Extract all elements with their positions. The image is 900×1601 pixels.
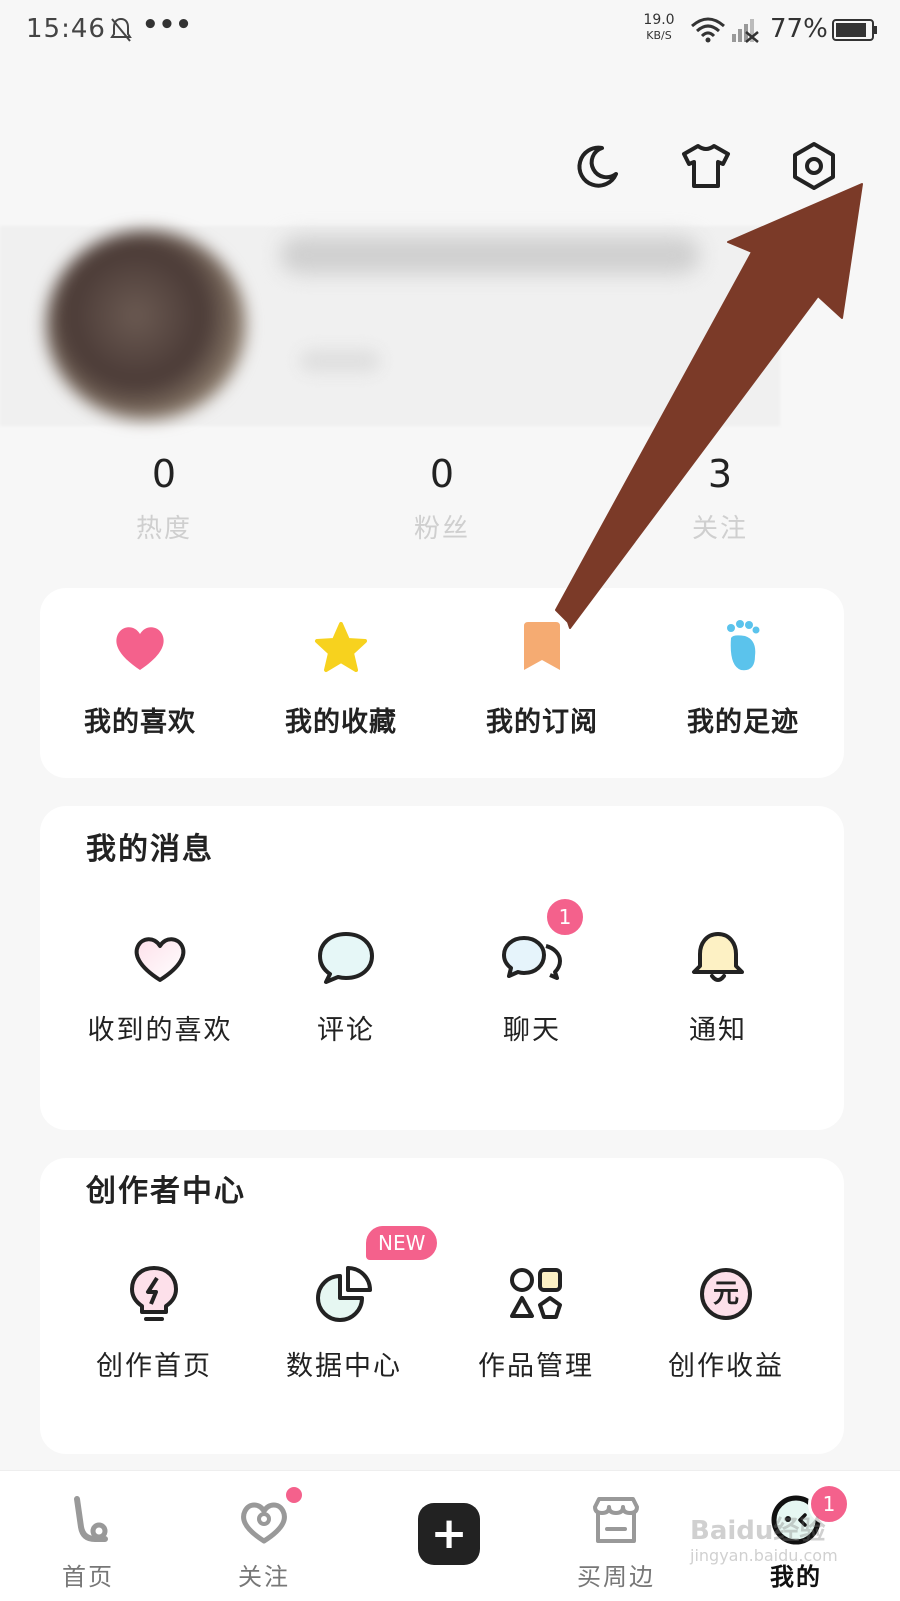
messages-title: 我的消息: [86, 832, 214, 867]
stat-value: 0: [151, 452, 177, 496]
plus-icon: +: [430, 1508, 468, 1559]
stat-fans[interactable]: 0 粉丝: [352, 452, 532, 545]
heart-icon: [116, 627, 164, 670]
comments-label: 评论: [317, 1015, 375, 1046]
shapes-icon: [510, 1268, 562, 1319]
follow-unread-dot: [286, 1487, 302, 1503]
nav-follow[interactable]: 关注: [204, 1487, 324, 1592]
comments-button[interactable]: 评论: [246, 926, 446, 1047]
creator-earnings-label: 创作收益: [668, 1351, 784, 1382]
nav-home-label: 首页: [62, 1563, 114, 1591]
user-subtitle-blurred: [300, 350, 380, 372]
creator-home-button[interactable]: 创作首页: [54, 1262, 254, 1383]
net-speed-unit: KB/S: [646, 29, 672, 42]
username-blurred: [280, 236, 700, 274]
notifications-label: 通知: [689, 1015, 747, 1046]
stat-following[interactable]: 3 关注: [630, 452, 810, 545]
bell-icon: [692, 932, 744, 982]
bookmark-icon: [524, 622, 560, 670]
chat-button[interactable]: 1 聊天: [432, 896, 632, 1047]
my-footprints-label: 我的足迹: [687, 707, 799, 738]
net-speed-value: 19.0: [643, 12, 675, 28]
chat-label: 聊天: [503, 1015, 561, 1046]
battery-percent: 77%: [770, 14, 828, 44]
quick-links-card: 我的喜欢 我的收藏 我的订阅 我的足迹: [40, 588, 844, 778]
creator-center-title: 创作者中心: [86, 1174, 246, 1209]
messages-card: 我的消息 收到的喜欢 评论 1 聊天 通知: [40, 806, 844, 1130]
stat-heat[interactable]: 0 热度: [74, 452, 254, 545]
creator-earnings-button[interactable]: 元 创作收益: [626, 1262, 826, 1383]
received-likes-label: 收到的喜欢: [87, 1015, 233, 1046]
notifications-button[interactable]: 通知: [618, 926, 818, 1047]
shop-icon: [593, 1497, 639, 1543]
data-center-button[interactable]: NEW 数据中心: [244, 1226, 444, 1383]
status-time: 15:46: [26, 14, 106, 44]
comment-icon: [318, 932, 374, 984]
stat-value: 3: [707, 452, 733, 496]
home-icon: [74, 1496, 108, 1542]
my-footprints-button[interactable]: 我的足迹: [643, 616, 843, 739]
my-likes-label: 我的喜欢: [84, 707, 196, 738]
footprint-icon: [727, 620, 760, 671]
nav-follow-label: 关注: [238, 1563, 290, 1591]
create-post-button[interactable]: +: [418, 1503, 480, 1565]
tshirt-icon[interactable]: [680, 140, 732, 192]
stat-label: 热度: [135, 514, 192, 544]
my-likes-button[interactable]: 我的喜欢: [40, 616, 240, 739]
stat-label: 粉丝: [413, 514, 470, 544]
mute-bell-icon: [110, 17, 132, 42]
net-speed: 19.0 KB/S: [638, 12, 680, 44]
data-center-label: 数据中心: [286, 1351, 402, 1382]
settings-icon[interactable]: [788, 140, 840, 192]
more-notifications-icon: •••: [142, 10, 192, 40]
chat-unread-badge: 1: [544, 896, 586, 938]
works-management-button[interactable]: 作品管理: [436, 1262, 636, 1383]
my-favorites-button[interactable]: 我的收藏: [241, 616, 441, 739]
received-likes-button[interactable]: 收到的喜欢: [60, 926, 260, 1047]
moon-icon[interactable]: [572, 140, 624, 192]
watermark-url: jingyan.baidu.com: [690, 1546, 838, 1565]
follow-icon: [241, 1502, 287, 1544]
avatar[interactable]: [46, 230, 246, 420]
nav-home[interactable]: 首页: [28, 1491, 148, 1592]
heart-outline-icon: [134, 937, 186, 982]
new-badge: NEW: [366, 1226, 438, 1260]
battery-icon: [832, 19, 877, 41]
lightbulb-icon: [130, 1266, 178, 1321]
stat-value: 0: [429, 452, 455, 496]
watermark-brand: Baidu经验: [690, 1516, 826, 1546]
my-subscriptions-button[interactable]: 我的订阅: [442, 616, 642, 739]
nav-shop-label: 买周边: [577, 1563, 655, 1591]
nav-shop[interactable]: 买周边: [556, 1491, 676, 1592]
signal-icon: [732, 19, 759, 43]
works-management-label: 作品管理: [478, 1351, 594, 1382]
pie-chart-icon: [316, 1266, 372, 1322]
creator-home-label: 创作首页: [96, 1351, 212, 1382]
my-favorites-label: 我的收藏: [285, 707, 397, 738]
yuan-coin-icon: 元: [694, 1262, 758, 1326]
stat-label: 关注: [691, 514, 748, 544]
creator-center-card: 创作者中心 创作首页 NEW 数据中心 作品管理 元 创作收益: [40, 1158, 844, 1454]
my-subscriptions-label: 我的订阅: [486, 707, 598, 738]
yuan-symbol: 元: [712, 1279, 739, 1309]
star-icon: [315, 622, 367, 672]
wifi-icon: [691, 17, 725, 43]
